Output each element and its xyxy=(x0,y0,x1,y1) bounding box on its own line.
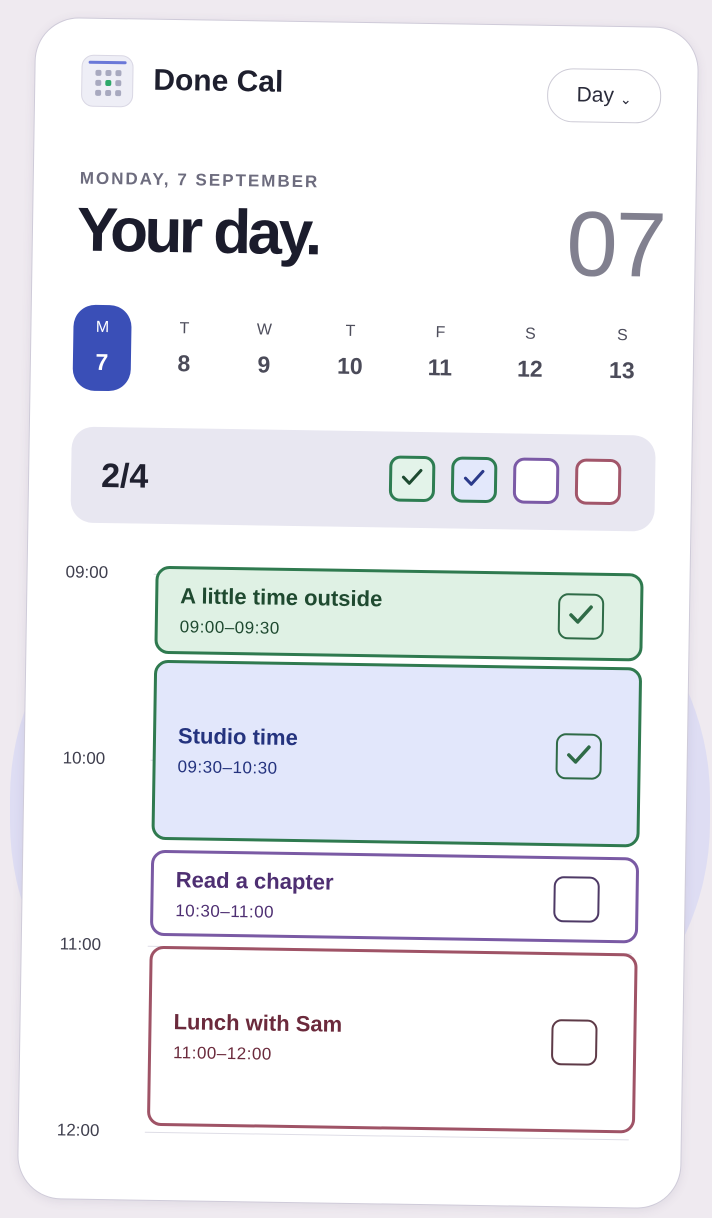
week-day-number: 11 xyxy=(427,354,453,381)
week-day-number: 13 xyxy=(608,356,635,384)
checkmark-icon xyxy=(566,599,597,634)
week-day-letter: S xyxy=(524,325,536,343)
day-timeline: 09:00 10:00 11:00 12:00 A little time outsid… xyxy=(18,548,690,1178)
week-day-letter: T xyxy=(345,322,356,340)
event-card[interactable]: Lunch with Sam 11:00–12:00 xyxy=(146,945,638,1134)
event-checkbox[interactable] xyxy=(550,1019,598,1066)
event-time: 09:00–09:30 xyxy=(179,617,280,638)
event-title: Lunch with Sam xyxy=(173,1009,343,1037)
time-label: 11:00 xyxy=(59,934,102,955)
week-day-11[interactable]: F 11 xyxy=(410,310,469,397)
day-number-display: 07 xyxy=(565,193,666,297)
view-selector-label: Day xyxy=(576,83,615,107)
week-day-number: 12 xyxy=(516,355,543,382)
progress-count: 2/4 xyxy=(100,456,149,496)
week-day-number: 10 xyxy=(336,352,363,380)
week-day-9[interactable]: W9 xyxy=(234,307,293,394)
event-checkbox[interactable] xyxy=(555,733,603,780)
week-day-number: 7 xyxy=(95,348,109,376)
checkmark-icon xyxy=(564,739,595,774)
progress-box-3 xyxy=(512,457,560,505)
time-label: 09:00 xyxy=(65,562,109,583)
event-title: Read a chapter xyxy=(175,867,334,895)
progress-box-4 xyxy=(574,458,622,506)
calendar-grid-icon xyxy=(80,54,134,108)
week-day-7[interactable]: M7 xyxy=(72,304,132,392)
week-day-letter: S xyxy=(616,327,628,345)
week-strip: M 7 T 8 W 9 T 10 F 11 S 12 S 13 xyxy=(72,304,643,401)
progress-summary: 2/4 xyxy=(70,426,656,532)
app-window: Done Cal Day ⌄ MONDAY, 7 SEPTEMBER Your … xyxy=(16,16,700,1210)
event-time: 09:30–10:30 xyxy=(177,757,278,778)
event-card[interactable]: Read a chapter 10:30–11:00 xyxy=(149,849,640,944)
week-day-letter: M xyxy=(95,318,110,337)
week-day-8[interactable]: T8 xyxy=(154,306,213,393)
time-label: 10:00 xyxy=(62,748,106,769)
event-checkbox[interactable] xyxy=(553,876,600,923)
checkmark-icon xyxy=(461,464,487,495)
app-header: Done Cal Day ⌄ xyxy=(80,54,662,124)
hour-divider xyxy=(144,1131,629,1141)
week-day-number: 8 xyxy=(177,350,191,377)
week-day-letter: W xyxy=(256,321,273,339)
event-time: 11:00–12:00 xyxy=(172,1043,272,1064)
week-day-13[interactable]: S 13 xyxy=(592,313,651,400)
week-day-10[interactable]: T 10 xyxy=(320,308,379,395)
event-card[interactable]: A little time outside 09:00–09:30 xyxy=(154,565,644,662)
checkmark-icon xyxy=(399,463,425,494)
date-label: MONDAY, 7 SEPTEMBER xyxy=(79,168,320,192)
chevron-down-icon: ⌄ xyxy=(619,90,632,107)
view-selector-button[interactable]: Day ⌄ xyxy=(546,67,662,124)
app-title: Done Cal xyxy=(153,63,284,99)
event-title: A little time outside xyxy=(180,583,383,612)
event-time: 10:30–11:00 xyxy=(175,901,275,922)
week-day-number: 9 xyxy=(257,351,271,378)
event-checkbox[interactable] xyxy=(557,593,605,640)
progress-box-1 xyxy=(388,455,436,503)
time-label: 12:00 xyxy=(56,1120,100,1141)
progress-box-2 xyxy=(450,456,498,504)
page-title: Your day. xyxy=(76,195,320,269)
week-day-letter: T xyxy=(179,320,190,338)
week-day-letter: F xyxy=(435,324,446,342)
event-card[interactable]: Studio time 09:30–10:30 xyxy=(151,659,643,848)
event-title: Studio time xyxy=(177,723,299,751)
week-day-12[interactable]: S 12 xyxy=(500,311,559,398)
